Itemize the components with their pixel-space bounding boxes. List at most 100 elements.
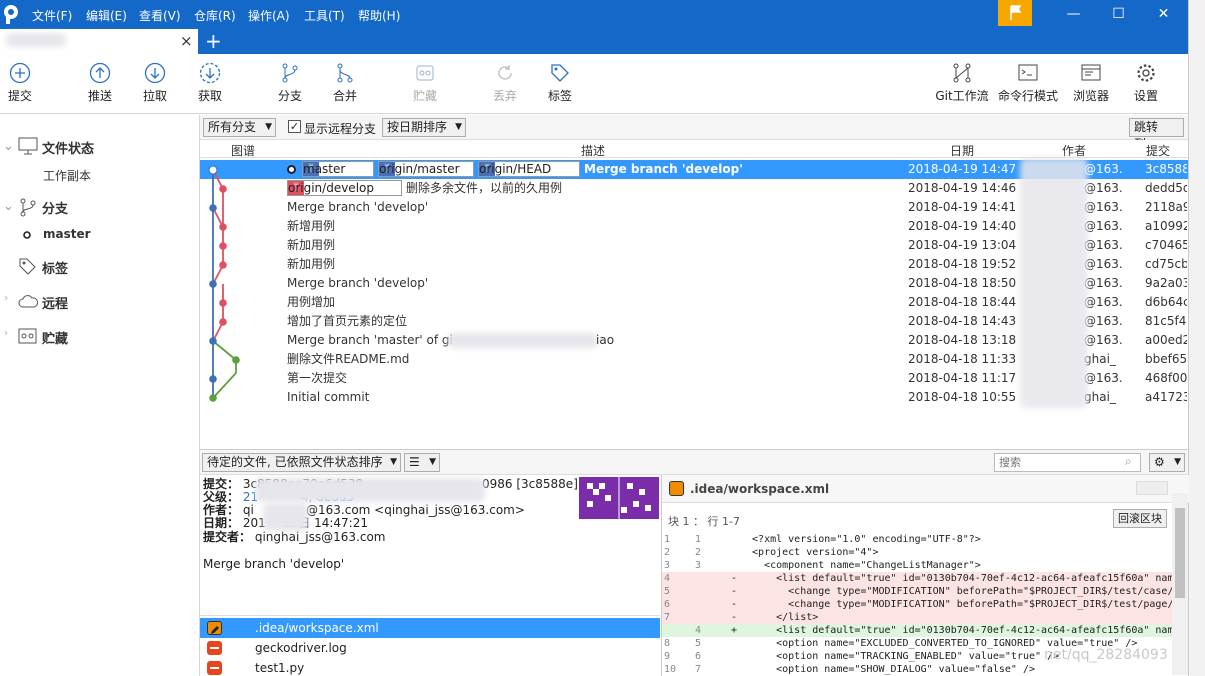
commit-date: 2018-04-19 13:04 bbox=[908, 238, 1017, 252]
commit-node[interactable] bbox=[209, 375, 217, 383]
commit-node[interactable] bbox=[219, 223, 227, 231]
menu-help[interactable]: 帮助(H) bbox=[358, 7, 400, 24]
file-row[interactable]: .idea/workspace.xml bbox=[200, 618, 660, 638]
sidebar-remotes[interactable]: 远程 bbox=[42, 293, 68, 312]
sidebar-branches[interactable]: 分支 bbox=[42, 198, 68, 217]
menu-view[interactable]: 查看(V) bbox=[139, 7, 181, 24]
commit-node[interactable] bbox=[219, 299, 227, 307]
col-author[interactable]: 作者 bbox=[1062, 142, 1086, 159]
stash-button[interactable]: 贮藏 bbox=[398, 62, 452, 104]
jump-to-button[interactable]: 跳转到： bbox=[1129, 118, 1184, 151]
sidebar-branch-master[interactable]: master bbox=[43, 227, 91, 241]
revert-hunk-button[interactable]: 回滚区块 bbox=[1113, 509, 1167, 528]
branch-ref-label[interactable]: ᛘ origin/master bbox=[378, 161, 474, 177]
close-window-button[interactable]: ✕ bbox=[1141, 0, 1186, 29]
branch-filter-dropdown[interactable]: 所有分支 ▼ bbox=[203, 118, 276, 137]
diff-sign bbox=[731, 663, 737, 676]
chevron-right-icon[interactable]: › bbox=[4, 293, 8, 304]
commit-hash: a41723c bbox=[1145, 390, 1187, 404]
diff-line: 7 - </list> bbox=[662, 611, 1172, 624]
commit-node[interactable] bbox=[219, 185, 227, 193]
view-mode-dropdown[interactable]: ☰ ▼ bbox=[404, 453, 440, 472]
chevron-right-icon[interactable]: › bbox=[4, 328, 8, 339]
gitflow-icon bbox=[953, 63, 971, 83]
diff-line: 3 3 <component name="ChangeListManager"> bbox=[662, 559, 1172, 572]
discard-button[interactable]: 丢弃 bbox=[478, 62, 532, 104]
col-description[interactable]: 描述 bbox=[581, 142, 605, 159]
sidebar-working-copy[interactable]: 工作副本 bbox=[43, 167, 91, 184]
chevron-down-icon[interactable]: ⌄ bbox=[3, 139, 14, 154]
commit-node[interactable] bbox=[208, 165, 218, 175]
gitflow-button[interactable]: Git工作流 bbox=[927, 62, 997, 104]
fetch-button[interactable]: 获取 bbox=[183, 62, 237, 104]
show-remote-checkbox[interactable]: ✓ bbox=[288, 120, 301, 133]
branch-button[interactable]: 分支 bbox=[263, 62, 317, 104]
repo-tab[interactable]: × bbox=[0, 29, 198, 54]
branch-ref-label[interactable]: ᛘ origin/HEAD bbox=[478, 161, 580, 177]
sort-value: 按日期排序 bbox=[387, 120, 448, 134]
scrollbar-thumb[interactable] bbox=[1175, 508, 1185, 598]
chevron-down-icon[interactable]: ⌄ bbox=[3, 199, 14, 214]
new-tab-button[interactable]: + bbox=[205, 29, 222, 53]
options-dropdown[interactable]: ⚙ ▼ bbox=[1149, 453, 1185, 472]
sidebar-stashes[interactable]: 贮藏 bbox=[42, 328, 68, 347]
new-line-number: 4 bbox=[695, 625, 702, 636]
commit-node[interactable] bbox=[219, 318, 227, 326]
pull-button[interactable]: 拉取 bbox=[128, 62, 182, 104]
commit-description: 新增用例 bbox=[287, 219, 336, 233]
menu-file[interactable]: 文件(F) bbox=[32, 7, 72, 24]
branch-ref-label[interactable]: ᛘ master bbox=[302, 161, 374, 177]
search-input[interactable] bbox=[994, 453, 1141, 472]
sidebar-file-status[interactable]: 文件状态 bbox=[42, 138, 94, 157]
browser-button[interactable]: 浏览器 bbox=[1064, 62, 1118, 104]
col-graph[interactable]: 图谱 bbox=[231, 142, 255, 159]
commit-node[interactable] bbox=[219, 261, 227, 269]
commit-node[interactable] bbox=[209, 280, 217, 288]
commit-author: @163. bbox=[1084, 257, 1123, 271]
branch-ref-text: master bbox=[303, 162, 346, 176]
push-button[interactable]: 推送 bbox=[73, 62, 127, 104]
browser-icon bbox=[1081, 64, 1101, 81]
commit-node[interactable] bbox=[232, 356, 240, 364]
merge-button[interactable]: 合并 bbox=[318, 62, 372, 104]
col-date[interactable]: 日期 bbox=[950, 142, 974, 159]
committer-value: qinghai_jss@163.com bbox=[254, 530, 386, 544]
diff-options-button[interactable] bbox=[1136, 481, 1168, 495]
sidebar-tags[interactable]: 标签 bbox=[42, 258, 68, 277]
menu-actions[interactable]: 操作(A) bbox=[248, 7, 290, 24]
commit-node[interactable] bbox=[209, 204, 217, 212]
diff-scrollbar[interactable] bbox=[1172, 493, 1188, 675]
menu-tools[interactable]: 工具(T) bbox=[304, 7, 345, 24]
changed-files-list: .idea/workspace.xml geckodriver.log test… bbox=[200, 615, 660, 676]
menu-repository[interactable]: 仓库(R) bbox=[194, 7, 236, 24]
file-row[interactable]: test1.py bbox=[200, 658, 660, 676]
file-row[interactable]: geckodriver.log bbox=[200, 638, 660, 658]
redaction bbox=[263, 503, 308, 531]
close-tab-icon[interactable]: × bbox=[180, 32, 193, 50]
maximize-button[interactable]: ☐ bbox=[1096, 0, 1141, 29]
commit-description-cell: 新增用例 bbox=[287, 217, 897, 236]
commit-node[interactable] bbox=[209, 337, 217, 345]
sort-dropdown[interactable]: 按日期排序 ▼ bbox=[382, 118, 466, 137]
tag-button[interactable]: 标签 bbox=[533, 62, 587, 104]
terminal-button[interactable]: 命令行模式 bbox=[993, 62, 1063, 104]
settings-button[interactable]: 设置 bbox=[1119, 62, 1173, 104]
old-line-number: 3 bbox=[664, 560, 671, 571]
minimize-button[interactable]: — bbox=[1051, 0, 1096, 29]
terminal-label: 命令行模式 bbox=[997, 89, 1058, 103]
commit-hash: a10992b bbox=[1145, 219, 1187, 233]
date-label: 日期： bbox=[203, 516, 240, 530]
commit-node[interactable] bbox=[219, 242, 227, 250]
commit-button[interactable]: 提交 bbox=[0, 62, 47, 104]
col-commit[interactable]: 提交 bbox=[1146, 142, 1170, 159]
branch-label: 分支 bbox=[277, 89, 302, 103]
new-line-number: 7 bbox=[695, 664, 702, 675]
file-sort-dropdown[interactable]: 待定的文件, 已依照文件状态排序 ▼ bbox=[202, 453, 401, 472]
commit-node[interactable] bbox=[209, 394, 217, 402]
merge-icon bbox=[337, 63, 353, 83]
branch-ref-label[interactable]: ᛘ origin/develop bbox=[287, 180, 402, 196]
flag-button[interactable] bbox=[998, 0, 1032, 26]
menu-edit[interactable]: 编辑(E) bbox=[86, 7, 127, 24]
old-line-number: 2 bbox=[664, 547, 671, 558]
commit-hash: 3c8588e bbox=[1145, 162, 1187, 176]
